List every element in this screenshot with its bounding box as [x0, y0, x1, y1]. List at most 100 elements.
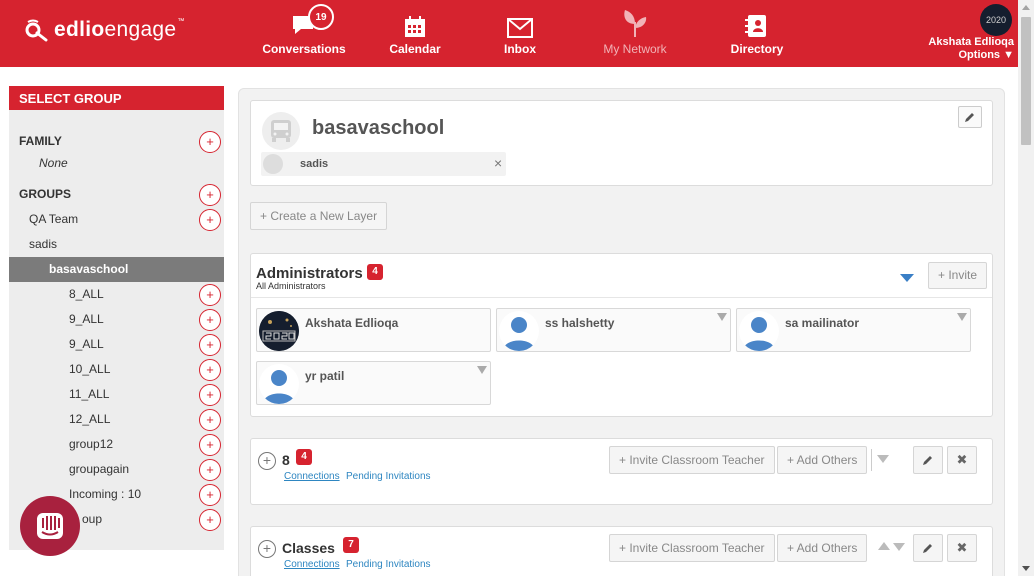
family-value-row: None: [9, 151, 224, 176]
user-options[interactable]: Options ▼: [928, 49, 1015, 62]
school-building-icon: [263, 154, 283, 174]
sidebar-item-label: 12_ALL: [69, 412, 111, 426]
member-card[interactable]: yr patil: [256, 361, 491, 405]
sidebar-title: SELECT GROUP: [9, 86, 224, 110]
chat-launcher-button[interactable]: [20, 496, 80, 556]
conversations-badge: 19: [308, 4, 334, 30]
pending-invitations-link[interactable]: Pending Invitations: [346, 471, 431, 482]
sidebar-item-group12[interactable]: group12 +: [9, 432, 224, 457]
sidebar-item-label: oup: [82, 512, 103, 526]
move-up-arrow-icon[interactable]: [878, 542, 890, 550]
sidebar-item-11-all[interactable]: 11_ALL +: [9, 382, 224, 407]
administrators-title: Administrators: [256, 265, 363, 282]
sidebar-item-label: sadis: [29, 237, 58, 251]
sidebar-item-sadis[interactable]: sadis: [9, 232, 224, 257]
invite-administrator-button[interactable]: + Invite: [928, 262, 988, 289]
nav-calendar[interactable]: Calendar: [365, 8, 465, 56]
add-others-button[interactable]: + Add Others: [777, 446, 868, 474]
user-avatar: 2020: [980, 4, 1012, 36]
administrators-subtitle: All Administrators: [256, 281, 326, 291]
calendar-icon: [405, 16, 425, 37]
sidebar-item-12-all[interactable]: 12_ALL +: [9, 407, 224, 432]
add-subgroup-icon[interactable]: +: [199, 484, 221, 506]
edit-school-button[interactable]: [958, 106, 982, 128]
sidebar-item-groupagain[interactable]: groupagain +: [9, 457, 224, 482]
close-icon: ✖: [956, 540, 968, 555]
groups-label: GROUPS: [19, 187, 72, 201]
main-panel: basavaschool sadis × + Create a New Laye…: [238, 88, 1005, 576]
add-subgroup-icon[interactable]: +: [199, 209, 221, 231]
create-layer-button[interactable]: + Create a New Layer: [250, 202, 388, 230]
add-subgroup-icon[interactable]: +: [199, 359, 221, 381]
nav-conversations[interactable]: 19 Conversations: [254, 4, 354, 56]
edit-layer-button[interactable]: [913, 534, 943, 562]
add-family-icon[interactable]: +: [199, 131, 221, 153]
add-subgroup-icon[interactable]: +: [199, 384, 221, 406]
sidebar-item-qa-team[interactable]: QA Team +: [9, 207, 224, 232]
page-title: basavaschool: [312, 117, 445, 139]
add-group-icon[interactable]: +: [199, 184, 221, 206]
expand-administrators-chevron-down-icon[interactable]: [900, 274, 914, 282]
nav-directory[interactable]: Directory: [707, 8, 807, 56]
logo-icon: [25, 19, 48, 42]
sidebar-item-label: QA Team: [29, 212, 79, 226]
school-bus-icon: [262, 112, 300, 150]
member-name: yr patil: [305, 369, 345, 383]
scrollbar-thumb[interactable]: [1021, 17, 1031, 145]
add-subgroup-icon[interactable]: +: [199, 284, 221, 306]
add-subgroup-icon[interactable]: +: [199, 409, 221, 431]
scroll-down-arrow-icon[interactable]: [1022, 566, 1030, 571]
expand-layer-plus-icon[interactable]: +: [258, 540, 276, 558]
layer-title: 8: [282, 452, 290, 468]
member-card[interactable]: ss halshetty: [496, 308, 731, 352]
add-subgroup-icon[interactable]: +: [199, 509, 221, 531]
expand-layer-plus-icon[interactable]: +: [258, 452, 276, 470]
add-subgroup-icon[interactable]: +: [199, 459, 221, 481]
nav-inbox[interactable]: Inbox: [470, 8, 570, 56]
sidebar-item-10-all[interactable]: 10_ALL +: [9, 357, 224, 382]
edlio-engage-logo[interactable]: edlioengage™: [24, 18, 185, 42]
invite-classroom-teacher-button[interactable]: + Invite Classroom Teacher: [609, 534, 775, 562]
envelope-icon: [507, 18, 533, 38]
brand-name-rest: engage: [104, 18, 177, 41]
connections-link[interactable]: Connections: [284, 471, 340, 482]
nav-my-network[interactable]: My Network: [585, 8, 685, 56]
layer-count-badge: 4: [296, 449, 312, 465]
member-menu-chevron-down-icon[interactable]: [477, 366, 487, 374]
user-name: Akshata Edlioqa: [928, 36, 1014, 48]
sidebar-item-8-all[interactable]: 8_ALL +: [9, 282, 224, 307]
sidebar-item-9-all-2[interactable]: 9_ALL +: [9, 332, 224, 357]
invite-classroom-teacher-button[interactable]: + Invite Classroom Teacher: [609, 446, 775, 474]
delete-layer-button[interactable]: ✖: [947, 534, 977, 562]
leaf-network-icon: [624, 10, 647, 37]
sidebar-item-basavaschool[interactable]: basavaschool: [9, 257, 224, 282]
administrators-card: Administrators 4 All Administrators + In…: [250, 253, 993, 417]
edit-layer-button[interactable]: [913, 446, 943, 474]
groups-section: GROUPS +: [9, 182, 224, 207]
scroll-up-arrow-icon[interactable]: [1022, 5, 1030, 10]
add-subgroup-icon[interactable]: +: [199, 434, 221, 456]
add-subgroup-icon[interactable]: +: [199, 334, 221, 356]
pending-invitations-link[interactable]: Pending Invitations: [346, 559, 431, 570]
remove-parent-close-icon[interactable]: ×: [494, 155, 502, 171]
move-down-arrow-icon[interactable]: [893, 543, 905, 551]
sidebar-item-label: 8_ALL: [69, 287, 104, 301]
member-name: Akshata Edlioqa: [305, 316, 399, 330]
connections-link[interactable]: Connections: [284, 559, 340, 570]
default-user-avatar-icon: [499, 311, 539, 351]
member-menu-chevron-down-icon[interactable]: [957, 313, 967, 321]
sidebar-item-label: group12: [69, 437, 114, 451]
user-menu[interactable]: 2020 Akshata Edlioqa Options ▼: [928, 4, 1014, 62]
add-subgroup-icon[interactable]: +: [199, 309, 221, 331]
sidebar-item-9-all[interactable]: 9_ALL +: [9, 307, 224, 332]
delete-layer-button[interactable]: ✖: [947, 446, 977, 474]
layer-card: + 8 4 Connections Pending Invitations + …: [250, 438, 993, 505]
member-name: ss halshetty: [545, 316, 615, 330]
add-others-button[interactable]: + Add Others: [777, 534, 868, 562]
move-down-arrow-icon[interactable]: [877, 455, 889, 463]
member-card[interactable]: sa mailinator: [736, 308, 971, 352]
member-menu-chevron-down-icon[interactable]: [717, 313, 727, 321]
page-scrollbar[interactable]: [1018, 0, 1034, 576]
member-card[interactable]: Akshata Edlioqa: [256, 308, 491, 352]
layer-title: Classes: [282, 540, 335, 556]
